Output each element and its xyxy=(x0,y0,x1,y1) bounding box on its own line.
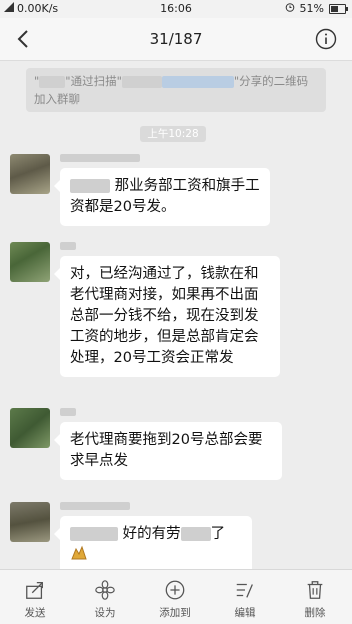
sender-name-redacted xyxy=(60,408,76,416)
delete-label: 删除 xyxy=(304,607,326,619)
delete-button[interactable]: 删除 xyxy=(280,570,350,624)
info-icon xyxy=(315,28,337,50)
avatar[interactable] xyxy=(10,242,50,282)
sender-name-redacted xyxy=(60,154,140,162)
notice-part-2: "通过扫描" xyxy=(65,74,122,88)
message-text: 老代理商要拖到20号总部会要求早点发 xyxy=(70,432,263,469)
status-bar: 0.00K/s 16:06 51% xyxy=(0,0,352,18)
sender-name-redacted xyxy=(60,242,76,250)
system-notice: " "通过扫描" "分享的二维码加入群聊 xyxy=(26,68,326,112)
avatar[interactable] xyxy=(10,408,50,448)
edit-label: 编辑 xyxy=(234,607,256,619)
redacted-name xyxy=(70,179,110,193)
message-bubble[interactable]: 好的有劳 了 xyxy=(54,516,252,574)
alarm-icon xyxy=(285,2,295,15)
message-text: 对，已经沟通过了，钱款在和老代理商对接，如果再不出面总部一分钱不给，现在没到发工… xyxy=(70,266,259,366)
send-button[interactable]: 发送 xyxy=(0,570,70,624)
chat-message: 那业务部工资和旗手工资都是20号发。 xyxy=(10,154,340,226)
message-bubble[interactable]: 对，已经沟通过了，钱款在和老代理商对接，如果再不出面总部一分钱不给，现在没到发工… xyxy=(54,256,280,377)
chat-message: 对，已经沟通过了，钱款在和老代理商对接，如果再不出面总部一分钱不给，现在没到发工… xyxy=(10,242,340,392)
flower-icon xyxy=(95,580,115,600)
info-button[interactable] xyxy=(314,27,338,51)
avatar[interactable] xyxy=(10,154,50,194)
bottom-toolbar: 发送 设为 添加到 编辑 删除 xyxy=(0,569,352,624)
avatar[interactable] xyxy=(10,502,50,542)
status-right: 51% xyxy=(285,2,348,15)
message-text: 好的有劳 xyxy=(122,526,181,542)
redacted-name xyxy=(180,527,211,541)
redacted-name xyxy=(39,75,66,88)
redacted-name xyxy=(161,75,234,88)
send-label: 发送 xyxy=(24,607,46,619)
message-bubble[interactable]: 那业务部工资和旗手工资都是20号发。 xyxy=(54,168,270,226)
trash-icon xyxy=(307,581,323,599)
nav-bar: 31/187 xyxy=(0,18,352,61)
page-title: 31/187 xyxy=(149,30,203,48)
message-timestamp: 上午10:28 xyxy=(140,126,206,142)
battery-fill xyxy=(331,5,338,12)
message-bubble[interactable]: 老代理商要拖到20号总部会要求早点发 xyxy=(54,422,282,480)
edit-icon xyxy=(236,583,253,598)
emoji-icon xyxy=(70,545,88,563)
add-to-button[interactable]: 添加到 xyxy=(140,570,210,624)
redacted-name xyxy=(70,527,118,541)
redacted-name xyxy=(121,75,162,88)
plus-circle-icon xyxy=(165,580,185,600)
share-icon xyxy=(26,582,43,599)
chat-message: 老代理商要拖到20号总部会要求早点发 xyxy=(10,408,340,488)
sender-name-redacted xyxy=(60,502,130,510)
edit-button[interactable]: 编辑 xyxy=(210,570,280,624)
set-as-label: 设为 xyxy=(94,607,116,619)
set-as-button[interactable]: 设为 xyxy=(70,570,140,624)
chat-message: 好的有劳 了 xyxy=(10,502,340,574)
add-to-label: 添加到 xyxy=(159,607,191,619)
message-text: 了 xyxy=(210,526,226,542)
battery-icon xyxy=(329,3,348,14)
battery-percent: 51% xyxy=(299,2,324,15)
